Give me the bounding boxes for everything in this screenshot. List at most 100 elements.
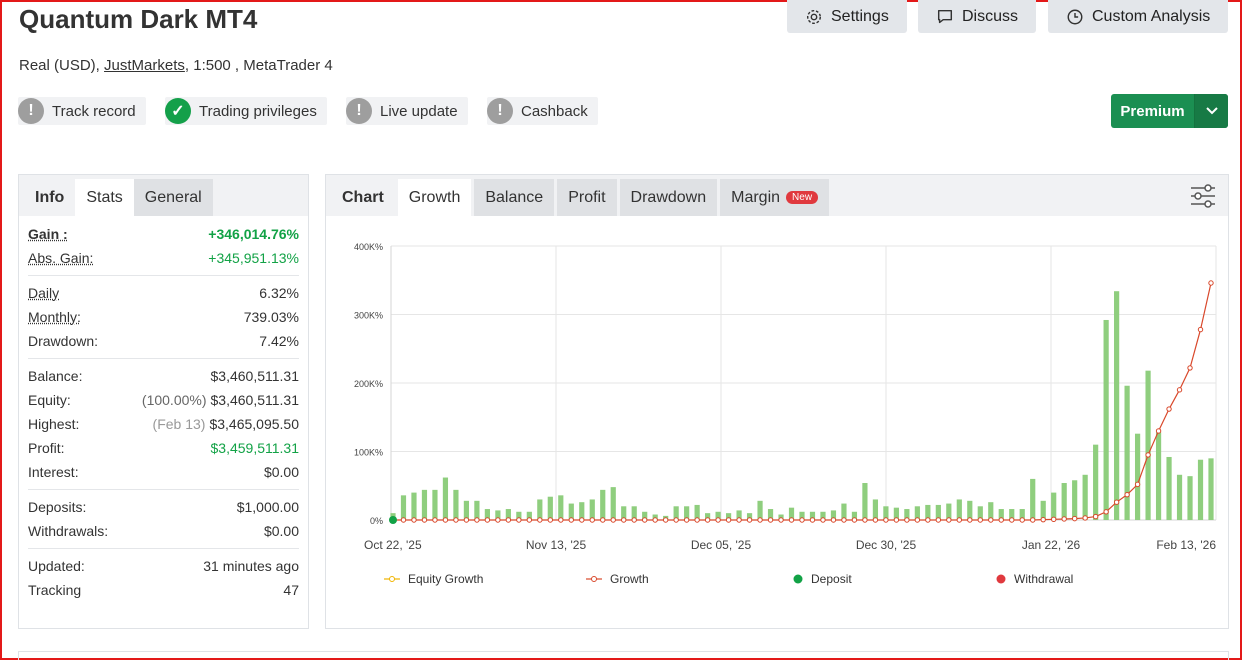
growth-point — [998, 517, 1004, 523]
deposit-dot-icon — [793, 574, 803, 584]
legend-withdrawal[interactable]: Withdrawal — [996, 572, 1073, 586]
bar — [589, 499, 595, 520]
growth-point — [1197, 326, 1204, 333]
legend-equity-growth[interactable]: Equity Growth — [384, 572, 483, 586]
growth-point — [558, 517, 564, 523]
legend-deposit[interactable]: Deposit — [793, 572, 852, 586]
tab-margin[interactable]: Margin New — [720, 179, 830, 216]
growth-point — [851, 517, 858, 523]
broker-link[interactable]: JustMarkets — [104, 57, 185, 74]
growth-point — [568, 517, 574, 523]
discuss-label: Discuss — [962, 7, 1019, 25]
tab-stats[interactable]: Stats — [75, 179, 134, 216]
y-tick-label: 0% — [370, 516, 383, 526]
stat-balance: Balance: $3,460,511.31 — [28, 368, 299, 384]
legend-deposit-label: Deposit — [811, 572, 852, 586]
bar — [1166, 456, 1172, 520]
stat-gain: Gain : +346,014.76% — [28, 226, 299, 242]
growth-point — [1040, 516, 1046, 523]
track-record-badge[interactable]: ! Track record — [18, 97, 146, 125]
growth-point — [1124, 491, 1130, 498]
growth-point — [820, 517, 826, 523]
stat-daily: Daily 6.32% — [28, 285, 299, 301]
gear-icon — [806, 9, 822, 24]
bar — [967, 500, 973, 520]
growth-point — [925, 517, 931, 523]
bar — [453, 489, 459, 520]
bar — [1155, 432, 1162, 520]
legend-growth-label: Growth — [610, 572, 649, 586]
tab-profit[interactable]: Profit — [557, 179, 617, 216]
bar — [956, 499, 962, 520]
stat-interest: Interest: $0.00 — [28, 464, 299, 480]
growth-point — [830, 517, 837, 523]
bar — [421, 489, 428, 520]
cashback-badge[interactable]: ! Cashback — [487, 97, 598, 125]
custom-analysis-button[interactable]: Custom Analysis — [1048, 0, 1229, 33]
tab-growth[interactable]: Growth — [397, 179, 472, 216]
tab-general[interactable]: General — [133, 179, 213, 216]
growth-point — [799, 517, 805, 523]
account-type: Real (USD), — [19, 57, 100, 74]
bar — [1197, 459, 1204, 520]
growth-point — [736, 517, 742, 523]
bar — [757, 500, 763, 520]
settings-label: Settings — [831, 7, 889, 25]
growth-point — [463, 517, 470, 523]
filter-icon[interactable] — [1190, 184, 1216, 208]
bar — [442, 477, 449, 520]
bar — [872, 499, 879, 520]
tab-margin-label: Margin — [731, 188, 781, 206]
growth-point — [1071, 515, 1078, 522]
growth-point — [484, 517, 491, 523]
growth-point — [893, 517, 900, 523]
bar — [1093, 444, 1099, 520]
x-tick-label: Dec 30, '25 — [856, 538, 917, 552]
growth-point — [673, 517, 679, 523]
growth-point — [641, 517, 648, 523]
growth-point — [914, 517, 921, 523]
bar — [862, 483, 868, 520]
tab-balance[interactable]: Balance — [474, 179, 555, 216]
stat-withdrawals: Withdrawals: $0.00 — [28, 523, 299, 539]
y-tick-label: 200K% — [354, 379, 383, 389]
bar — [1114, 291, 1120, 520]
bar — [1176, 474, 1183, 520]
bar — [1145, 370, 1151, 520]
growth-point — [767, 517, 774, 523]
tab-chart[interactable]: Chart — [326, 179, 395, 216]
new-badge: New — [786, 191, 819, 204]
growth-point — [600, 517, 606, 523]
growth-point — [977, 517, 983, 523]
growth-point — [935, 517, 942, 523]
equity-line-icon — [384, 576, 400, 582]
trading-privileges-badge[interactable]: ✓ Trading privileges — [165, 97, 327, 125]
growth-point — [1166, 406, 1172, 412]
growth-point — [872, 517, 879, 523]
growth-series-line — [393, 282, 1212, 521]
growth-point — [1019, 517, 1025, 523]
growth-point — [495, 517, 501, 523]
discuss-button[interactable]: Discuss — [918, 0, 1037, 33]
live-update-badge[interactable]: ! Live update — [346, 97, 468, 125]
settings-button[interactable]: Settings — [787, 0, 907, 33]
bar — [1051, 492, 1057, 520]
y-tick-label: 100K% — [354, 448, 383, 458]
tab-drawdown[interactable]: Drawdown — [619, 179, 718, 216]
track-record-label: Track record — [52, 102, 136, 120]
bar — [1030, 478, 1036, 520]
growth-point — [1155, 428, 1162, 434]
chevron-down-icon[interactable] — [1194, 94, 1228, 128]
y-tick-label: 300K% — [354, 311, 383, 321]
growth-point — [757, 517, 763, 523]
x-tick-label: Dec 05, '25 — [691, 538, 752, 552]
growth-point — [746, 517, 753, 523]
exclamation-icon: ! — [18, 98, 44, 124]
growth-line-icon — [586, 576, 602, 582]
legend-growth[interactable]: Growth — [586, 572, 649, 586]
growth-point — [453, 517, 459, 523]
growth-point — [1187, 365, 1193, 371]
growth-point — [1208, 280, 1214, 286]
tab-info[interactable]: Info — [19, 179, 75, 216]
premium-button[interactable]: Premium — [1111, 94, 1228, 128]
